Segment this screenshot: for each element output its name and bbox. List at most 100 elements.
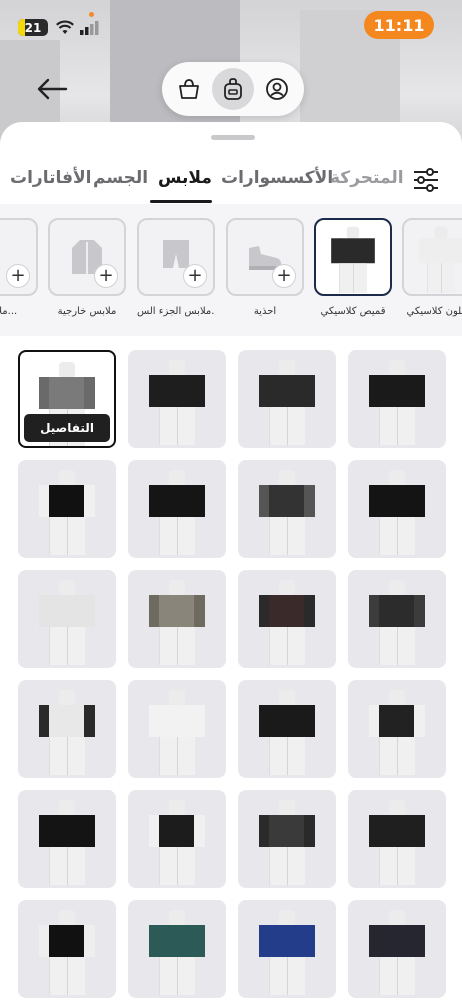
status-bar: 21 11:11 bbox=[0, 10, 462, 40]
clothing-item[interactable] bbox=[348, 900, 446, 998]
item-thumbnail bbox=[367, 350, 427, 448]
mode-switch bbox=[162, 62, 304, 116]
item-thumbnail bbox=[367, 680, 427, 778]
user-circle-icon bbox=[266, 78, 288, 100]
clothing-item[interactable] bbox=[128, 680, 226, 778]
subcategory-tile: + bbox=[137, 218, 215, 296]
battery-indicator: 21 bbox=[18, 19, 48, 36]
item-thumbnail bbox=[147, 460, 207, 558]
subcategory-label: قميص كلاسيكي bbox=[320, 306, 386, 317]
tab-clothing[interactable]: ملابس bbox=[158, 168, 212, 188]
item-thumbnail bbox=[37, 900, 97, 998]
cellular-signal-icon bbox=[80, 21, 99, 35]
details-button[interactable]: التفاصيل bbox=[24, 414, 110, 442]
item-thumbnail bbox=[37, 460, 97, 558]
clothing-item[interactable] bbox=[128, 790, 226, 888]
back-arrow-icon[interactable] bbox=[36, 77, 68, 101]
subcategory-tile: + bbox=[226, 218, 304, 296]
item-thumbnail bbox=[257, 460, 317, 558]
subcategory-label: ملابس... bbox=[0, 306, 18, 317]
item-thumbnail bbox=[257, 570, 317, 668]
tab-accessories[interactable]: الأكسسوارات bbox=[221, 168, 333, 188]
subcategory-clothing[interactable]: + ملابس... bbox=[0, 218, 38, 317]
shopping-bag-icon bbox=[179, 79, 199, 99]
item-thumbnail bbox=[37, 790, 97, 888]
subcategory-shoes[interactable]: + أحذية bbox=[226, 218, 304, 317]
clothing-item[interactable] bbox=[128, 900, 226, 998]
clothing-item[interactable] bbox=[18, 680, 116, 778]
subcategory-label: بنطلون كلاسيكي bbox=[406, 306, 462, 317]
tab-body[interactable]: الجسم bbox=[93, 168, 148, 188]
item-thumbnail bbox=[147, 570, 207, 668]
shop-mode-button[interactable] bbox=[168, 68, 210, 110]
clothing-item[interactable] bbox=[238, 900, 336, 998]
item-thumbnail bbox=[37, 570, 97, 668]
item-thumbnail bbox=[367, 900, 427, 998]
add-icon: + bbox=[183, 264, 207, 288]
subcategory-classic-pants[interactable]: بنطلون كلاسيكي bbox=[402, 218, 462, 317]
active-tab-indicator bbox=[150, 200, 212, 203]
classic-shirt-thumbnail bbox=[330, 219, 377, 295]
add-icon: + bbox=[94, 264, 118, 288]
item-thumbnail bbox=[147, 680, 207, 778]
battery-level: 21 bbox=[24, 20, 42, 35]
clothing-item[interactable] bbox=[18, 460, 116, 558]
item-thumbnail bbox=[37, 680, 97, 778]
item-thumbnail bbox=[257, 350, 317, 448]
subcategory-row: + ملابس... + ملابس خارجية + ملابس الجزء … bbox=[0, 204, 462, 336]
classic-pants-thumbnail bbox=[418, 219, 462, 295]
inventory-mode-button[interactable] bbox=[212, 68, 254, 110]
inventory-sheet: الأفاتارات الجسم ملابس الأكسسوارات المتح… bbox=[0, 122, 462, 1000]
item-thumbnail bbox=[367, 460, 427, 558]
subcategory-tile: + bbox=[0, 218, 38, 296]
add-icon: + bbox=[6, 264, 30, 288]
clothing-item[interactable] bbox=[238, 460, 336, 558]
subcategory-tile bbox=[402, 218, 462, 296]
time-pill: 11:11 bbox=[364, 11, 434, 39]
tab-animations[interactable]: المتحركة bbox=[330, 168, 404, 188]
battery-fill bbox=[18, 19, 25, 36]
subcategory-outerwear[interactable]: + ملابس خارجية bbox=[48, 218, 126, 317]
clothing-item[interactable] bbox=[348, 680, 446, 778]
subcategory-tile: + bbox=[48, 218, 126, 296]
subcategory-label: ملابس الجزء الس... bbox=[137, 306, 215, 317]
item-thumbnail bbox=[257, 900, 317, 998]
clock-time: 11:11 bbox=[373, 15, 425, 35]
item-thumbnail bbox=[257, 680, 317, 778]
item-thumbnail bbox=[147, 350, 207, 448]
clothing-item[interactable] bbox=[238, 790, 336, 888]
backpack-icon bbox=[224, 78, 242, 100]
filter-sliders-icon[interactable] bbox=[410, 164, 442, 196]
wifi-icon bbox=[56, 20, 74, 34]
add-icon: + bbox=[272, 264, 296, 288]
privacy-indicator-dot bbox=[89, 12, 94, 17]
clothing-item[interactable] bbox=[128, 570, 226, 668]
clothing-item[interactable] bbox=[18, 570, 116, 668]
clothing-item[interactable] bbox=[238, 570, 336, 668]
clothing-item[interactable] bbox=[238, 350, 336, 448]
clothing-item[interactable] bbox=[18, 900, 116, 998]
subcategory-label: ملابس خارجية bbox=[57, 306, 117, 317]
subcategory-bottoms[interactable]: + ملابس الجزء الس... bbox=[137, 218, 215, 317]
item-thumbnail bbox=[367, 570, 427, 668]
subcategory-label: أحذية bbox=[253, 306, 277, 317]
clothing-item[interactable] bbox=[128, 460, 226, 558]
item-thumbnail bbox=[147, 790, 207, 888]
drag-handle[interactable] bbox=[211, 135, 255, 140]
clothing-item[interactable]: التفاصيل bbox=[18, 350, 116, 448]
item-thumbnail bbox=[257, 790, 317, 888]
subcategory-tile bbox=[314, 218, 392, 296]
clothing-item[interactable] bbox=[348, 460, 446, 558]
subcategory-classic-shirt[interactable]: قميص كلاسيكي bbox=[314, 218, 392, 317]
item-thumbnail bbox=[147, 900, 207, 998]
item-thumbnail bbox=[367, 790, 427, 888]
clothing-item[interactable] bbox=[348, 350, 446, 448]
clothing-item[interactable] bbox=[128, 350, 226, 448]
tab-avatars[interactable]: الأفاتارات bbox=[10, 168, 91, 188]
avatar-mode-button[interactable] bbox=[256, 68, 298, 110]
category-tabs: الأفاتارات الجسم ملابس الأكسسوارات المتح… bbox=[0, 160, 462, 204]
clothing-item[interactable] bbox=[18, 790, 116, 888]
clothing-item[interactable] bbox=[348, 570, 446, 668]
clothing-item[interactable] bbox=[348, 790, 446, 888]
clothing-item[interactable] bbox=[238, 680, 336, 778]
